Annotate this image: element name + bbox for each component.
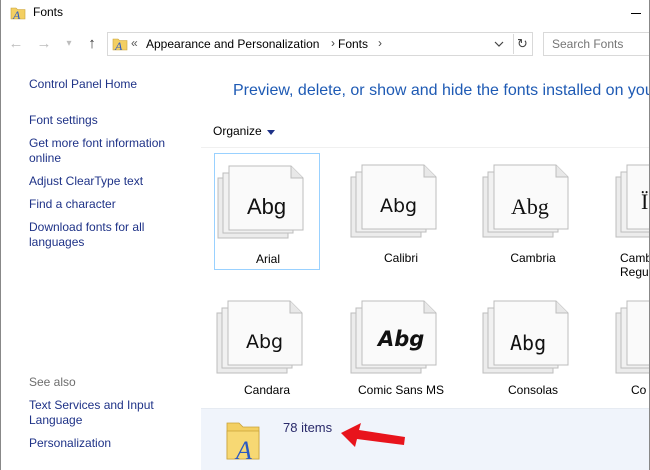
recent-locations-button[interactable]: ▾ [63, 34, 75, 54]
svg-text:A: A [12, 8, 21, 21]
svg-text:A: A [234, 436, 252, 463]
breadcrumb-fonts[interactable]: Fonts [338, 37, 368, 51]
font-tile-comic-sans[interactable]: Abg Comic Sans MS [348, 289, 454, 406]
tasks-pane: Control Panel Home Font settings Get mor… [1, 62, 201, 470]
font-name-label: Candara [243, 383, 291, 397]
font-name-label: Camb Regul [620, 251, 650, 279]
address-bar[interactable]: A « Appearance and Personalization › Fon… [107, 32, 533, 56]
get-more-font-info-link[interactable]: Get more font information online [29, 136, 179, 166]
control-panel-home-link[interactable]: Control Panel Home [29, 77, 189, 92]
organize-dropdown-icon[interactable] [267, 130, 275, 135]
font-sample: Abg [380, 195, 418, 217]
personalization-link[interactable]: Personalization [29, 436, 189, 451]
font-settings-link[interactable]: Font settings [29, 113, 189, 128]
font-tile-candara[interactable]: Abg Candara [214, 289, 320, 406]
find-character-link[interactable]: Find a character [29, 197, 189, 212]
fonts-folder-icon: A [112, 38, 128, 52]
organize-button[interactable]: Organize [213, 124, 262, 138]
window-title: Fonts [33, 5, 64, 19]
font-sample: Abg [246, 331, 284, 353]
font-sample: Abg [378, 327, 425, 351]
font-name-label: Comic Sans MS [357, 383, 445, 397]
font-tile-partial[interactable]: Co [613, 289, 649, 406]
font-sample: Abg [511, 194, 549, 219]
adjust-cleartype-link[interactable]: Adjust ClearType text [29, 174, 189, 189]
font-tile-calibri[interactable]: Abg Calibri [348, 153, 454, 270]
back-button[interactable]: ← [7, 34, 25, 54]
font-sample: Ï [641, 189, 649, 214]
font-tile-arial[interactable]: Abg Arial [214, 153, 320, 270]
font-sample: Abg [247, 194, 287, 219]
font-tile-cambria-math[interactable]: Ï Camb Regul [613, 153, 649, 279]
item-count: 78 items [283, 420, 333, 435]
breadcrumb-appearance-personalization[interactable]: Appearance and Personalization [146, 37, 319, 51]
download-fonts-link[interactable]: Download fonts for all languages [29, 220, 159, 250]
minimize-button[interactable] [619, 0, 649, 26]
explorer-window: A Fonts ← → ▾ ↑ A « Appearance and Perso… [0, 0, 650, 470]
search-input[interactable] [544, 33, 649, 55]
text-services-link[interactable]: Text Services and Input Language [29, 398, 164, 428]
font-tile-cambria[interactable]: Abg Cambria [480, 153, 586, 270]
font-name-label: Consolas [507, 383, 559, 397]
up-button[interactable]: ↑ [83, 34, 101, 54]
fonts-folder-icon: A [10, 7, 26, 21]
font-name-label: Calibri [383, 251, 418, 265]
hidden-locations-chevron[interactable]: « [131, 36, 138, 50]
details-pane: A 78 items [201, 408, 649, 470]
see-also-label: See also [29, 375, 76, 389]
refresh-button[interactable]: ↻ [513, 34, 531, 54]
navigation-bar: ← → ▾ ↑ A « Appearance and Personalizati… [1, 28, 649, 60]
search-box[interactable] [543, 32, 649, 56]
command-bar: Organize [201, 114, 649, 148]
forward-button[interactable]: → [35, 34, 53, 54]
breadcrumb-separator[interactable]: › [378, 36, 382, 50]
svg-text:A: A [114, 39, 123, 52]
page-heading: Preview, delete, or show and hide the fo… [233, 82, 650, 99]
main-pane: Preview, delete, or show and hide the fo… [201, 62, 650, 408]
address-history-dropdown-icon[interactable] [492, 38, 506, 50]
title-bar: A Fonts [1, 0, 649, 26]
font-name-label: Co [631, 383, 647, 397]
font-file-icon [615, 300, 649, 374]
font-name-label: Cambria [510, 251, 556, 265]
fonts-folder-icon: A [226, 422, 260, 463]
annotation-arrow-icon [341, 423, 405, 447]
font-sample: Abg [510, 331, 547, 355]
font-name-label: Arial [255, 252, 280, 266]
font-tile-consolas[interactable]: Abg Consolas [480, 289, 586, 406]
breadcrumb-separator[interactable]: › [331, 36, 335, 50]
